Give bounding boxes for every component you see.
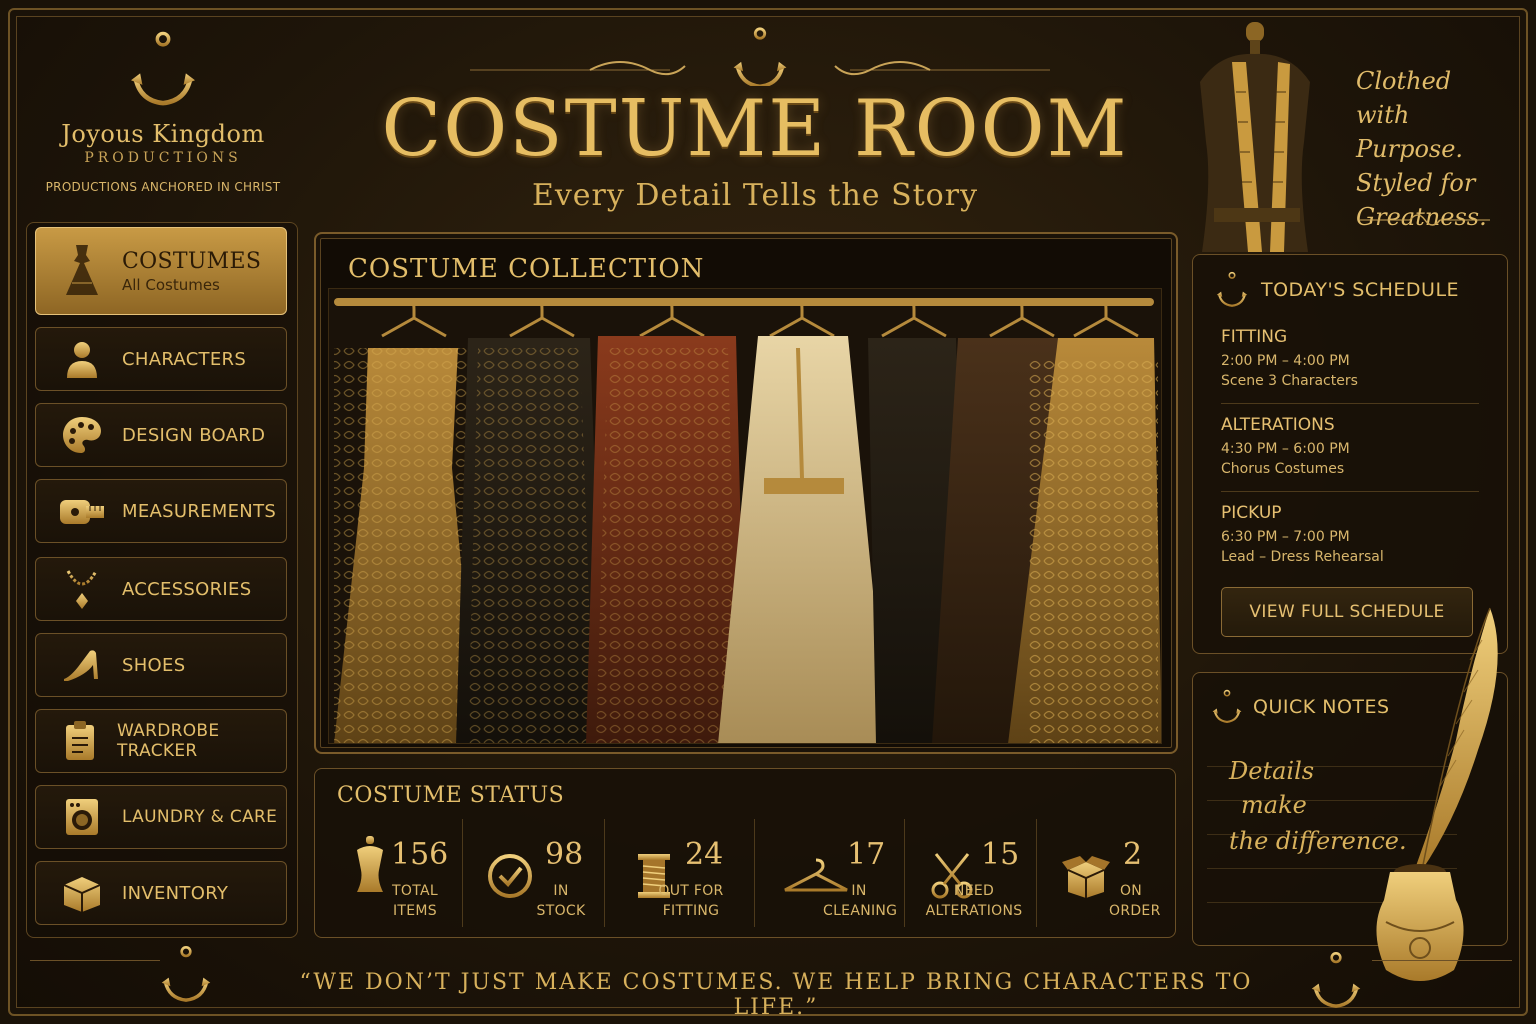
person-icon — [58, 339, 106, 379]
quill-inkwell-icon — [1376, 607, 1498, 981]
sidebar-item-characters[interactable]: CHARACTERS — [35, 327, 287, 391]
brand-sub: PRODUCTIONS — [84, 150, 242, 166]
sidebar-item-accessories[interactable]: ACCESSORIES — [35, 557, 287, 621]
stat-in-cleaning[interactable]: 17 IN CLEANING — [755, 819, 905, 927]
collection-title: COSTUME COLLECTION — [348, 254, 705, 284]
sidebar-item-label: MEASUREMENTS — [122, 500, 277, 522]
page-subtitle: Every Detail Tells the Story — [531, 178, 979, 213]
dress-icon — [58, 245, 106, 295]
stat-label: IN CLEANING — [823, 883, 898, 919]
stat-need-alterations[interactable]: 15 NEED ALTERATIONS — [905, 819, 1037, 927]
anchor-footer-left-icon — [160, 944, 212, 1006]
necklace-icon — [58, 569, 106, 609]
sidebar-item-label: DESIGN BOARD — [122, 424, 266, 446]
sidebar-item-laundry-care[interactable]: LAUNDRY & CARE — [35, 785, 287, 849]
schedule-item-pickup[interactable]: PICKUP 6:30 PM – 7:00 PM Lead – Dress Re… — [1221, 503, 1479, 565]
status-title: COSTUME STATUS — [337, 783, 565, 808]
stat-out-for-fitting[interactable]: 24 OUT FOR FITTING — [605, 819, 755, 927]
costume-rack-image[interactable] — [328, 288, 1162, 744]
sidebar-item-label: INVENTORY — [122, 882, 229, 904]
sidebar-item-label: CHARACTERS — [122, 348, 247, 370]
stat-total-items[interactable]: 156 TOTAL ITEMS — [325, 819, 463, 927]
sidebar-item-costumes[interactable]: COSTUMES All Costumes — [35, 227, 287, 315]
todays-schedule-panel: TODAY'S SCHEDULE FITTING 2:00 PM – 4:00 … — [1192, 254, 1508, 654]
stat-label: IN STOCK — [536, 883, 586, 919]
stat-on-order[interactable]: 2 ON ORDER — [1037, 819, 1169, 927]
page-title: COSTUME ROOM — [381, 84, 1129, 174]
stat-label: OUT FOR FITTING — [658, 883, 724, 919]
stat-value: 15 — [981, 837, 1020, 872]
sidebar-item-label: LAUNDRY & CARE — [122, 807, 278, 827]
anchor-footer-right-icon — [1310, 950, 1362, 1012]
stat-label: NEED ALTERATIONS — [925, 883, 1023, 919]
sidebar-item-wardrobe-tracker[interactable]: WARDROBE TRACKER — [35, 709, 287, 773]
stat-in-stock[interactable]: 98 IN STOCK — [463, 819, 605, 927]
footer-line-left — [30, 960, 160, 961]
stat-value: 17 — [847, 837, 886, 872]
anchor-logo-icon — [128, 30, 198, 110]
sidebar-item-inventory[interactable]: INVENTORY — [35, 861, 287, 925]
costume-collection-panel: COSTUME COLLECTION — [314, 232, 1178, 754]
schedule-title: TODAY'S SCHEDULE — [1261, 279, 1460, 301]
brand-logo[interactable]: Joyous Kingdom PRODUCTIONS PRODUCTIONS A… — [28, 30, 298, 194]
high-heel-icon — [58, 645, 106, 685]
sidebar-item-label: COSTUMES — [122, 248, 262, 274]
brand-tagline: PRODUCTIONS ANCHORED IN CHRIST — [45, 180, 281, 194]
header-ornament-icon — [470, 26, 1050, 86]
sidebar-item-design-board[interactable]: DESIGN BOARD — [35, 403, 287, 467]
anchor-icon — [1215, 271, 1249, 309]
brand-name: Joyous Kingdom — [61, 120, 265, 148]
sidebar-item-measurements[interactable]: MEASUREMENTS — [35, 479, 287, 543]
stat-label: TOTAL ITEMS — [392, 883, 438, 919]
costume-status-panel: COSTUME STATUS 156 TOTAL ITEMS 98 IN STOCK… — [314, 768, 1176, 938]
sidebar-item-label: WARDROBE TRACKER — [117, 721, 220, 761]
sidebar-item-label: ACCESSORIES — [122, 578, 252, 600]
schedule-item-alterations[interactable]: ALTERATIONS 4:30 PM – 6:00 PM Chorus Cos… — [1221, 415, 1479, 477]
stat-value: 2 — [1123, 837, 1143, 872]
divider — [1221, 403, 1479, 404]
stat-value: 98 — [545, 837, 584, 872]
washing-machine-icon — [58, 797, 106, 837]
open-box-icon — [1059, 831, 1113, 921]
box-icon — [58, 873, 106, 913]
stat-value: 24 — [685, 837, 724, 872]
schedule-item-fitting[interactable]: FITTING 2:00 PM – 4:00 PM Scene 3 Charac… — [1221, 327, 1479, 389]
footer-line-right — [1372, 960, 1512, 961]
mannequin-icon — [1200, 22, 1310, 252]
clipboard-icon — [58, 721, 101, 761]
divider — [1221, 491, 1479, 492]
stat-value: 156 — [391, 837, 449, 872]
check-circle-icon — [483, 831, 537, 921]
tape-measure-icon — [58, 491, 106, 531]
sidebar-nav: COSTUMES All Costumes CHARACTERS DESIGN … — [26, 222, 298, 938]
stat-label: ON ORDER — [1109, 883, 1161, 919]
palette-icon — [58, 415, 106, 455]
anchor-icon — [1211, 689, 1243, 725]
sidebar-item-label: SHOES — [122, 654, 186, 676]
sidebar-item-shoes[interactable]: SHOES — [35, 633, 287, 697]
quote-ornament-icon — [1360, 214, 1490, 226]
footer-quote: “WE DON’T JUST MAKE COSTUMES. WE HELP BR… — [299, 970, 1253, 1020]
sidebar-item-sublabel: All Costumes — [122, 275, 220, 294]
